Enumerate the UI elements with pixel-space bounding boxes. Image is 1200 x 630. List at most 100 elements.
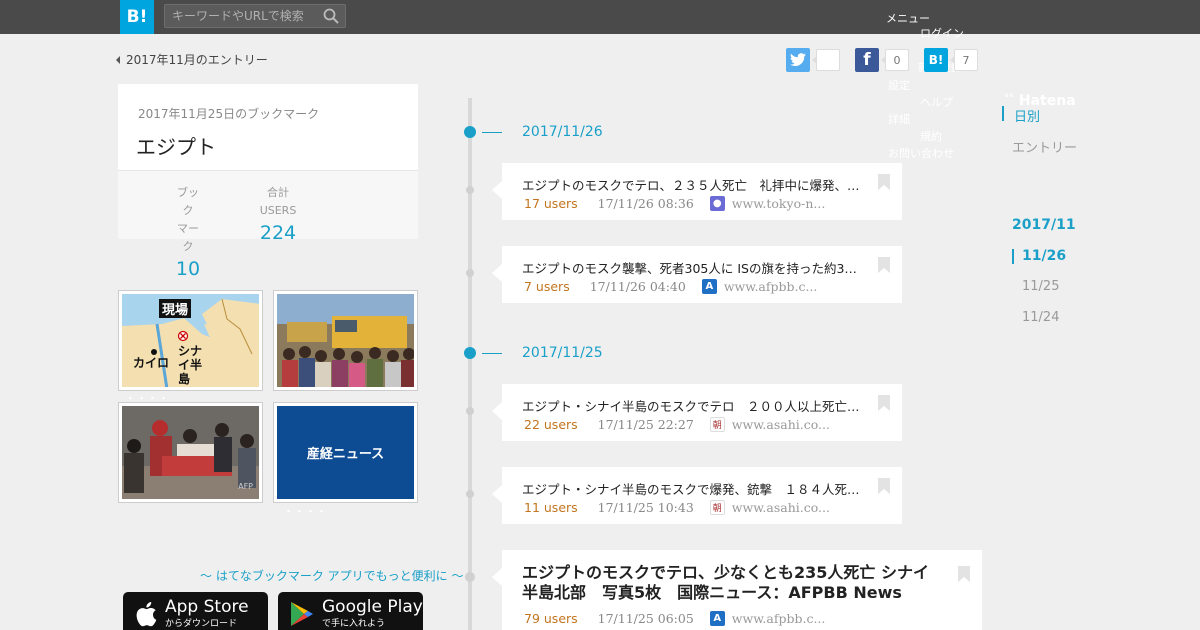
google-play-sublabel: で手に入れよう [322,618,386,629]
ghost-menu-item[interactable]: 設定 [888,77,910,94]
map-region-label: シナイ半島 [178,344,203,386]
entry-users[interactable]: 11 users [524,500,578,515]
google-play-badge[interactable]: Google Play で手に入れよう [278,592,423,630]
sankei-logo-image: 産経ニュース [277,406,414,499]
facebook-share[interactable]: f 0 [855,48,909,72]
breadcrumb[interactable]: 2017年11月のエントリー [116,51,268,68]
google-play-text: Google Play で手に入れよう [322,596,423,630]
search-box [164,4,346,28]
entry-users[interactable]: 17 users [524,196,578,211]
entry-card[interactable]: エジプト・シナイ半島のモスクでテロ ２００人以上死亡か：朝日新聞デジタル 22 … [502,384,902,441]
top-bar: B! メニュー [0,0,1200,34]
entry-card[interactable]: エジプトのモスク襲撃、死者305人に ISの旗を持った約30人の武装集団が実行 … [502,246,902,303]
search-icon[interactable] [323,8,339,24]
asahi-favicon: 朝 [709,417,725,432]
entry-users[interactable]: 22 users [524,417,578,432]
facebook-count: 0 [881,49,909,71]
afpbb-favicon: A [709,611,725,626]
tab-daily[interactable]: 日別 [1014,106,1040,125]
users-stat: 合計 USERS 224 [254,184,302,246]
sidebar-day[interactable]: 11/25 [1022,279,1059,294]
timeline-date: 2017/11/26 [522,124,603,140]
caret-left-icon [116,55,120,64]
entry-card-featured[interactable]: エジプトのモスクでテロ、少なくとも235人死亡 シナイ半島北部 写真5枚 国際ニ… [502,550,982,630]
hatena-bookmark-logo[interactable]: B! [120,0,154,34]
entry-meta: 11 users 17/11/25 10:43 朝 www.asahi.co..… [524,500,830,515]
timeline-entry-dot [466,407,474,415]
timeline-entry-dot [466,490,474,498]
google-play-icon [291,602,313,626]
search-input[interactable] [165,5,315,27]
entry-title[interactable]: エジプト・シナイ半島のモスクで爆発、銃撃 １８４人死亡：朝日新聞デジタル [522,479,864,498]
app-store-sublabel: からダウンロード [165,618,238,629]
stat-value: 224 [259,222,297,244]
facebook-icon[interactable]: f [855,48,879,72]
stat-label: USERS [259,204,297,217]
app-store-label: App Store [165,596,249,617]
entry-pointer [492,402,502,420]
entry-pointer [492,568,502,586]
twitter-share[interactable] [786,48,840,72]
entry-domain[interactable]: www.asahi.co... [732,500,830,515]
entry-card[interactable]: エジプト・シナイ半島のモスクで爆発、銃撃 １８４人死亡：朝日新聞デジタル 11 … [502,467,902,524]
entry-domain[interactable]: www.asahi.co... [732,417,830,432]
bookmark-icon[interactable] [878,174,890,190]
entry-card[interactable]: エジプトのモスクでテロ、２３５人死亡 礼拝中に爆発、銃撃も:社会(TOKYO W… [502,163,902,220]
entry-meta: 79 users 17/11/25 06:05 A www.afpbb.c... [524,611,825,626]
entry-meta: 7 users 17/11/26 04:40 A www.afpbb.c... [524,279,817,294]
entry-users[interactable]: 79 users [524,611,578,626]
bookmark-icon[interactable] [878,257,890,273]
afpbb-favicon: A [701,279,717,294]
ghost-menu-item[interactable]: ログイン [920,25,964,42]
entry-date: 17/11/25 06:05 [597,611,694,626]
entry-title[interactable]: エジプトのモスク襲撃、死者305人に ISの旗を持った約30人の武装集団が実行 … [522,258,864,277]
entry-domain[interactable]: www.afpbb.c... [732,611,826,626]
sidebar-day[interactable]: 11/24 [1022,310,1059,325]
entry-date: 17/11/25 22:27 [597,417,694,432]
map-place-label: 現場 [159,299,192,318]
map-thumb[interactable]: 現場 カイロ シナイ半島 [118,290,263,391]
tab-entries[interactable]: エントリー [1012,137,1077,156]
entry-title[interactable]: エジプト・シナイ半島のモスクでテロ ２００人以上死亡か：朝日新聞デジタル [522,396,864,415]
rescue-thumb[interactable]: AFP [118,402,263,503]
hatena-count: 7 [950,49,978,71]
ghost-menu-item[interactable]: ヘルプ [920,94,953,111]
map-image: 現場 カイロ シナイ半島 [122,294,259,387]
entry-users[interactable]: 7 users [524,279,570,294]
active-indicator [1002,106,1004,121]
twitter-icon[interactable] [786,48,810,72]
entry-domain[interactable]: www.afpbb.c... [724,279,818,294]
sidebar-month[interactable]: 2017/11 [1012,217,1076,233]
bookmark-icon[interactable] [878,478,890,494]
stat-label: ブック [177,186,199,217]
entry-date: 17/11/26 04:40 [589,279,686,294]
twitter-count [812,49,840,71]
hatena-share[interactable]: B! 7 [924,48,978,72]
entry-domain[interactable]: www.tokyo-n... [732,196,826,211]
hatena-icon[interactable]: B! [924,48,948,72]
timeline-date-dash [482,132,502,133]
entry-title[interactable]: エジプトのモスクでテロ、少なくとも235人死亡 シナイ半島北部 写真5枚 国際ニ… [522,563,942,603]
entry-title[interactable]: エジプトのモスクでテロ、２３５人死亡 礼拝中に爆発、銃撃も:社会(TOKYO W… [522,175,864,194]
crowd-image [277,294,414,387]
timeline-entry-dot [466,186,474,194]
ghost-menu-item[interactable]: お問い合わせ [888,145,954,162]
card-stats: ブック マーク 10 合計 USERS 224 [118,170,418,280]
sankei-thumb[interactable]: 産経ニュース [273,402,418,503]
crowd-thumb[interactable] [273,290,418,391]
app-store-badge[interactable]: App Store からダウンロード [123,592,268,630]
app-promo-text[interactable]: 〜 はてなブックマーク アプリでもっと便利に 〜 [200,567,463,584]
hatena-dots-icon: °° [1004,93,1014,104]
bookmark-icon[interactable] [958,566,970,582]
card-date: 2017年11月25日のブックマーク [138,107,320,121]
bookmark-icon[interactable] [878,395,890,411]
google-play-label: Google Play [322,596,423,617]
entry-pointer [492,181,502,199]
ghost-menu-item[interactable]: 詳細 [888,111,910,128]
sankei-logo-text: 産経ニュース [306,447,385,462]
keyword-card: 2017年11月25日のブックマーク エジプト ブック マーク 10 合計 US… [118,84,418,280]
ghost-menu-item[interactable]: 規約 [920,128,942,145]
sidebar-day[interactable]: 11/26 [1022,248,1066,264]
apple-icon [136,602,157,627]
menu-button[interactable]: メニュー [886,10,930,26]
